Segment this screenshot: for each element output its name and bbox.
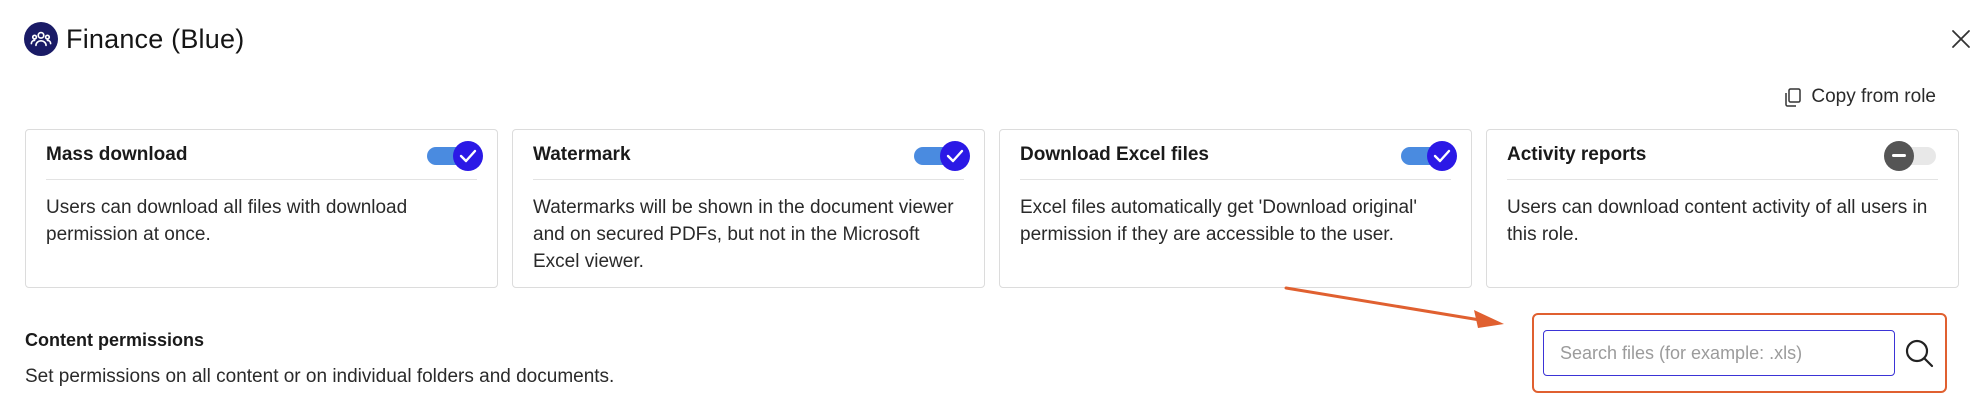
annotation-arrow-icon [1284, 286, 1504, 328]
activity-reports-toggle[interactable] [1884, 140, 1938, 171]
minus-icon [1892, 153, 1906, 157]
close-button[interactable] [1946, 24, 1976, 54]
group-icon [24, 22, 58, 56]
dialog-header: Finance (Blue) [24, 22, 244, 56]
card-download-excel: Download Excel files Excel files automat… [999, 129, 1472, 288]
card-description: Watermarks will be shown in the document… [533, 197, 954, 272]
search-files-input[interactable] [1543, 330, 1895, 376]
card-activity-reports: Activity reports Users can download cont… [1486, 129, 1959, 288]
permission-cards: Mass download Users can download all fil… [25, 129, 1959, 288]
watermark-toggle[interactable] [914, 140, 970, 171]
check-icon [1433, 149, 1451, 162]
card-title: Mass download [46, 143, 188, 165]
card-title: Download Excel files [1020, 143, 1209, 165]
copy-from-role-button[interactable]: Copy from role [1785, 86, 1936, 108]
search-button[interactable] [1902, 336, 1936, 370]
card-description: Users can download all files with downlo… [46, 197, 408, 245]
card-description: Users can download content activity of a… [1507, 197, 1928, 245]
content-permissions-description: Set permissions on all content or on ind… [25, 366, 615, 387]
page-title: Finance (Blue) [66, 23, 245, 54]
copy-from-role-label: Copy from role [1811, 86, 1936, 107]
card-mass-download: Mass download Users can download all fil… [25, 129, 498, 288]
copy-icon [1785, 87, 1802, 107]
close-icon [1952, 30, 1970, 48]
check-icon [459, 149, 477, 162]
search-icon [1905, 339, 1934, 368]
card-watermark: Watermark Watermarks will be shown in th… [512, 129, 985, 288]
card-title: Watermark [533, 143, 631, 165]
card-title: Activity reports [1507, 143, 1647, 165]
card-description: Excel files automatically get 'Download … [1020, 197, 1417, 245]
download-excel-toggle[interactable] [1401, 140, 1457, 171]
check-icon [946, 149, 964, 162]
content-permissions-title: Content permissions [25, 330, 205, 350]
mass-download-toggle[interactable] [427, 140, 483, 171]
